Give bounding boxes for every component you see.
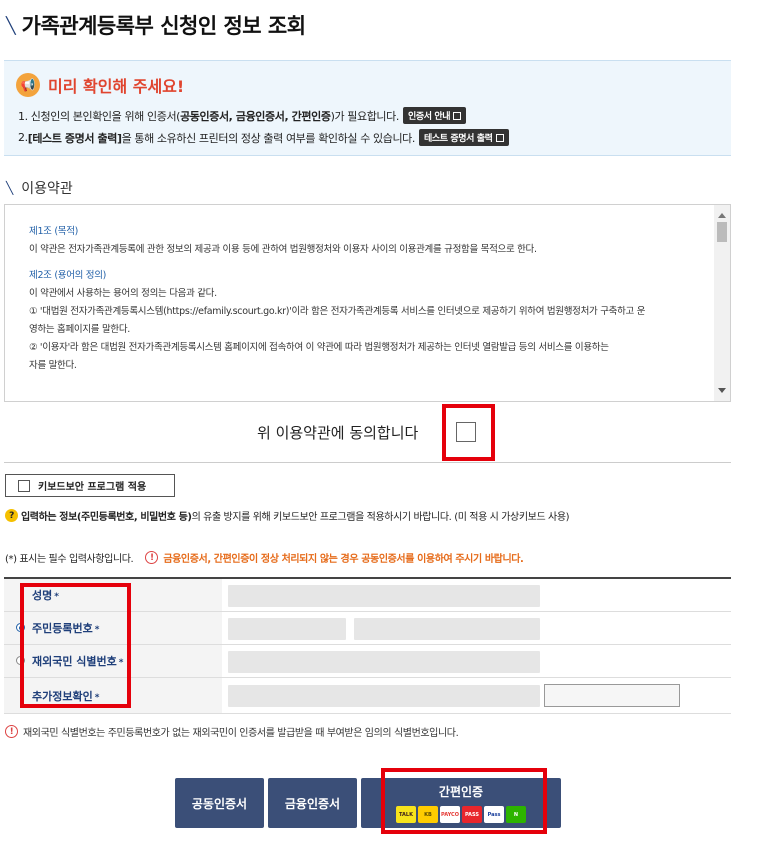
title-marker-icon: ╲: [6, 15, 16, 35]
additional-info-input[interactable]: [544, 684, 680, 707]
keyboard-security-label: 키보드보안 프로그램 적용: [38, 482, 147, 493]
article-2-item-2b: 자를 말한다.: [29, 360, 77, 371]
terms-section-label: 이용약관: [21, 181, 73, 197]
agree-label: 위 이용약관에 동의합니다: [257, 424, 419, 442]
scroll-up-arrow-icon[interactable]: [718, 213, 726, 218]
joint-certificate-button[interactable]: 공동인증서: [175, 778, 264, 828]
terms-section-title: ╲ 이용약관: [6, 178, 73, 198]
certificate-guide-button[interactable]: 인증서 안내: [402, 107, 467, 124]
external-link-icon: [453, 111, 462, 120]
terms-scroll-box[interactable]: 제1조 (목적) 이 약관은 전자가족관계등록에 관한 정보의 제공과 이용 등…: [4, 204, 731, 402]
footnote-row: ! 재외국민 식별번호는 주민등록번호가 없는 재외국민이 인증서를 발급받을 …: [5, 724, 459, 739]
financial-certificate-button[interactable]: 금융인증서: [268, 778, 357, 828]
section-marker-icon: ╲: [6, 181, 14, 195]
notice-line-1-text: 1. 신청인의 본인확인을 위해 인증서(: [18, 109, 181, 123]
test-print-label: 테스트 증명서 출력: [423, 134, 493, 144]
divider: [4, 462, 731, 463]
page-title-wrap: ╲ 가족관계등록부 신청인 정보 조회: [6, 10, 306, 40]
keyboard-info: ? 입력하는 정보(주민등록번호, 비밀번호 등) 의 유출 방지를 위해 키보…: [5, 508, 570, 523]
article-1-body: 이 약관은 전자가족관계등록에 관한 정보의 제공과 이용 등에 관하여 법원행…: [29, 244, 537, 255]
megaphone-icon: 📢: [16, 73, 40, 97]
highlight-box-form-labels: [20, 583, 131, 708]
notice-line-2: 2. [테스트 증명서 출력] 을 통해 소유하신 프린터의 정상 출력 여부를 …: [18, 129, 509, 146]
additional-info-field[interactable]: [228, 685, 540, 707]
required-note-row: (*) 표시는 필수 입력사항입니다. ! 금융인증서, 간편인증이 정상 처리…: [5, 550, 524, 565]
warning-icon: !: [145, 551, 159, 564]
article-1-title: 제1조 (목적): [29, 226, 79, 237]
notice-line-2-bold: [테스트 증명서 출력]: [27, 131, 122, 145]
certificate-guide-label: 인증서 안내: [407, 112, 451, 122]
name-field[interactable]: [228, 585, 540, 607]
required-note: (*) 표시는 필수 입력사항입니다.: [5, 554, 134, 565]
resident-number-back-field[interactable]: [354, 618, 540, 640]
notice-box: 📢 미리 확인해 주세요! 1. 신청인의 본인확인을 위해 인증서(공동인증서…: [4, 60, 731, 156]
resident-number-front-field[interactable]: [228, 618, 346, 640]
scroll-down-arrow-icon[interactable]: [718, 388, 726, 393]
keyboard-info-text: 의 유출 방지를 위해 키보드보안 프로그램을 적용하시기 바랍니다. (미 적…: [191, 512, 570, 523]
highlight-box-agree: [442, 404, 495, 461]
question-icon: ?: [5, 509, 18, 522]
test-print-button[interactable]: 테스트 증명서 출력: [418, 129, 509, 146]
overseas-id-footnote: 재외국민 식별번호는 주민등록번호가 없는 재외국민이 인증서를 발급받을 때 …: [23, 728, 459, 739]
article-2-title: 제2조 (용어의 정의): [29, 270, 107, 281]
terms-scrollbar[interactable]: [714, 205, 730, 401]
terms-content: 제1조 (목적) 이 약관은 전자가족관계등록에 관한 정보의 제공과 이용 등…: [29, 223, 709, 375]
highlight-box-simple-auth: [381, 768, 547, 834]
article-2-intro: 이 약관에서 사용하는 용어의 정의는 다음과 같다.: [29, 288, 217, 299]
agree-row: 위 이용약관에 동의합니다: [0, 418, 780, 446]
overseas-id-field[interactable]: [228, 651, 540, 673]
notice-line-2-post: 을 통해 소유하신 프린터의 정상 출력 여부를 확인하실 수 있습니다.: [121, 131, 416, 145]
notice-line-2-text: 2.: [18, 131, 28, 144]
article-2-item-1a: ① '대법원 전자가족관계등록시스템(https://efamily.scour…: [29, 306, 646, 317]
certificate-warning: 금융인증서, 간편인증이 정상 처리되지 않는 경우 공동인증서를 이용하여 주…: [163, 554, 524, 565]
scroll-thumb[interactable]: [717, 222, 727, 242]
joint-certificate-label: 공동인증서: [191, 796, 248, 811]
warning-icon: !: [5, 725, 18, 738]
keyboard-info-bold: 입력하는 정보(주민등록번호, 비밀번호 등): [21, 512, 192, 523]
keyboard-security-checkbox[interactable]: [18, 479, 30, 492]
article-2-item-1b: 영하는 홈페이지를 말한다.: [29, 324, 130, 335]
notice-line-1: 1. 신청인의 본인확인을 위해 인증서(공동인증서, 금융인증서, 간편인증)…: [18, 107, 467, 124]
notice-line-1-post: )가 필요합니다.: [330, 109, 400, 123]
external-link-icon: [495, 133, 504, 142]
financial-certificate-label: 금융인증서: [284, 796, 341, 811]
page-title: 가족관계등록부 신청인 정보 조회: [21, 14, 306, 38]
notice-line-1-bold: 공동인증서, 금융인증서, 간편인증: [180, 109, 331, 123]
keyboard-security-button[interactable]: 키보드보안 프로그램 적용: [5, 474, 175, 497]
notice-title: 미리 확인해 주세요!: [48, 77, 185, 96]
article-2-item-2a: ② '이용자'라 함은 대법원 전자가족관계등록시스템 홈페이지에 접속하여 이…: [29, 342, 609, 353]
